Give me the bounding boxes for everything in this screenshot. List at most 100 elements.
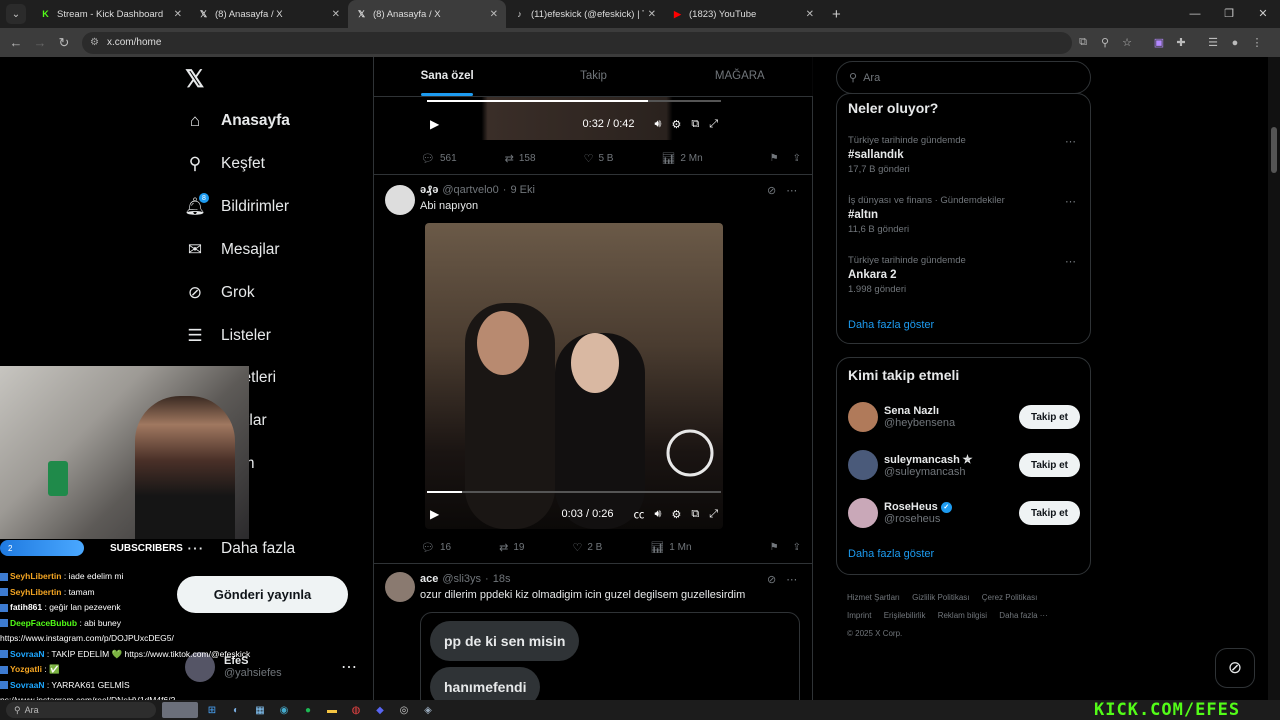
like-button[interactable]: ♡ 5 B	[584, 152, 614, 165]
forward-icon[interactable]: →	[28, 35, 52, 50]
video-progress-bar[interactable]	[427, 100, 721, 102]
zoom-icon[interactable]: ⚲	[1094, 36, 1116, 49]
url-input[interactable]: ⚙ x.com/home	[82, 31, 1072, 54]
close-tab-icon[interactable]: ✕	[174, 9, 182, 20]
retweet-button[interactable]: ⇄ 19	[499, 541, 524, 554]
windows-icon[interactable]: ⊞	[202, 705, 222, 716]
minimize-icon[interactable]: —	[1178, 0, 1212, 28]
obs-icon[interactable]: ◎	[394, 705, 414, 716]
tweet-author-handle[interactable]: @sli3ys	[442, 573, 481, 585]
nav-item-grok[interactable]: ⊘ Grok	[185, 275, 255, 311]
playlist-icon[interactable]: ☰	[1202, 36, 1224, 49]
copilot-icon[interactable]: ◐	[226, 705, 246, 716]
show-more-link[interactable]: Daha fazla göster	[848, 319, 934, 331]
more-icon[interactable]: ⋯	[1065, 135, 1076, 148]
share-icon[interactable]: ⇪	[793, 153, 801, 164]
footer-link[interactable]: Reklam bilgisi	[938, 611, 987, 620]
footer-link[interactable]: Imprint	[847, 611, 871, 620]
search-input[interactable]: ⚲ Ara	[836, 61, 1091, 94]
trend-item[interactable]: Türkiye tarihinde gündemde Ankara 2 1.99…	[848, 255, 1080, 295]
avatar[interactable]	[385, 572, 415, 602]
spotify-icon[interactable]: ●	[298, 705, 318, 716]
fullscreen-icon[interactable]: ⤢	[709, 118, 718, 131]
close-tab-icon[interactable]: ✕	[806, 9, 814, 20]
menu-icon[interactable]: ⋮	[1246, 36, 1268, 49]
extension-icon[interactable]: ▣	[1148, 36, 1170, 49]
nav-item-explore[interactable]: ⚲ Keşfet	[185, 146, 265, 182]
close-window-icon[interactable]: ✕	[1246, 0, 1280, 28]
tab-magara[interactable]: MAĞARA	[667, 57, 813, 96]
install-icon[interactable]: ⧉	[1072, 36, 1094, 49]
play-icon[interactable]: ▶	[430, 507, 439, 521]
like-button[interactable]: ♡ 2 B	[572, 541, 602, 554]
more-icon[interactable]: ⋯	[1065, 195, 1076, 208]
pip-icon[interactable]: ⧉	[691, 508, 699, 521]
bookmark-icon[interactable]: ⚑	[770, 542, 779, 553]
bookmark-icon[interactable]: ⚑	[770, 153, 779, 164]
tweet-video[interactable]	[425, 223, 723, 529]
footer-link[interactable]: Çerez Politikası	[982, 593, 1038, 602]
browser-tab[interactable]: 𝕏 (8) Anasayfa / X ✕	[190, 0, 348, 28]
volume-icon[interactable]: 🔊︎	[655, 508, 662, 521]
store-icon[interactable]: ▦	[250, 705, 270, 716]
tab-for-you[interactable]: Sana özel	[374, 57, 520, 96]
close-tab-icon[interactable]: ✕	[490, 9, 498, 20]
puzzle-icon[interactable]: ✚	[1170, 36, 1192, 49]
site-info-icon[interactable]: ⚙	[90, 37, 99, 48]
more-icon[interactable]: ⋯	[341, 657, 357, 677]
browser-tab[interactable]: ▶ (1823) YouTube ✕	[664, 0, 822, 28]
more-icon[interactable]: ⋯	[1065, 255, 1076, 268]
nav-item-messages[interactable]: ✉ Mesajlar	[185, 232, 280, 268]
tweet-time[interactable]: 9 Eki	[510, 184, 534, 196]
follow-button[interactable]: Takip et	[1018, 501, 1080, 525]
browser-tab-active[interactable]: 𝕏 (8) Anasayfa / X ✕	[348, 0, 506, 28]
star-icon[interactable]: ☆	[1116, 36, 1138, 49]
more-icon[interactable]: ⋯	[786, 184, 797, 197]
tweet-author-name[interactable]: ə₰ə	[420, 184, 438, 196]
play-icon[interactable]: ▶	[430, 117, 439, 131]
chrome-icon[interactable]: ◍	[346, 705, 366, 716]
share-icon[interactable]: ⇪	[793, 542, 801, 553]
reload-icon[interactable]: ↻	[52, 35, 76, 51]
follow-button[interactable]: Takip et	[1018, 453, 1080, 477]
fullscreen-icon[interactable]: ⤢	[709, 508, 718, 521]
taskbar-widget[interactable]	[162, 702, 198, 718]
captions-icon[interactable]: ㏄	[634, 506, 645, 522]
scrollbar[interactable]	[1268, 57, 1280, 700]
show-more-link[interactable]: Daha fazla göster	[848, 548, 934, 560]
footer-link[interactable]: Daha fazla ···	[999, 611, 1047, 620]
tab-following[interactable]: Takip	[520, 57, 666, 96]
trend-item[interactable]: İş dünyası ve finans · Gündemdekiler #al…	[848, 195, 1080, 235]
tweet-author-handle[interactable]: @qartvelo0	[442, 184, 498, 196]
steam-icon[interactable]: ◈	[418, 705, 438, 716]
trend-item[interactable]: Türkiye tarihinde gündemde #sallandık 17…	[848, 135, 1080, 175]
footer-link[interactable]: Erişilebilirlik	[884, 611, 926, 620]
nav-item-home[interactable]: ⌂ Anasayfa	[185, 103, 290, 139]
grok-icon[interactable]: ⊘	[767, 573, 776, 586]
reply-button[interactable]: 💬︎ 561	[421, 152, 457, 165]
folder-icon[interactable]: ▬	[322, 705, 342, 716]
avatar[interactable]	[385, 185, 415, 215]
taskbar-search[interactable]: ⚲ Ara	[6, 702, 156, 718]
settings-icon[interactable]: ⚙	[671, 118, 681, 131]
new-tab-icon[interactable]: +	[832, 6, 841, 23]
nav-item-lists[interactable]: ☰ Listeler	[185, 318, 271, 354]
follow-suggestion[interactable]: suleymancash ✯ @suleymancash Takip et	[848, 449, 1080, 481]
profile-icon[interactable]: ●	[1224, 37, 1246, 49]
maximize-icon[interactable]: ❐	[1212, 0, 1246, 28]
close-tab-icon[interactable]: ✕	[648, 9, 656, 20]
views-button[interactable]: 📊︎ 1 Mn	[650, 541, 691, 554]
video-progress-bar[interactable]	[427, 491, 721, 493]
more-icon[interactable]: ⋯	[786, 573, 797, 586]
discord-icon[interactable]: ◆	[370, 705, 390, 716]
follow-button[interactable]: Takip et	[1018, 405, 1080, 429]
grok-icon[interactable]: ⊘	[767, 184, 776, 197]
tweet-time[interactable]: 18s	[493, 573, 511, 585]
footer-link[interactable]: Gizlilik Politikası	[912, 593, 969, 602]
follow-suggestion[interactable]: Sena Nazlı @heybensena Takip et	[848, 401, 1080, 433]
x-logo-icon[interactable]: 𝕏	[185, 65, 204, 94]
views-button[interactable]: 📊︎ 2 Mn	[661, 152, 702, 165]
browser-tab[interactable]: ♪ (11)efeskick (@efeskick) | TikTok ✕	[506, 0, 664, 28]
pip-icon[interactable]: ⧉	[691, 118, 699, 131]
settings-icon[interactable]: ⚙	[671, 508, 681, 521]
